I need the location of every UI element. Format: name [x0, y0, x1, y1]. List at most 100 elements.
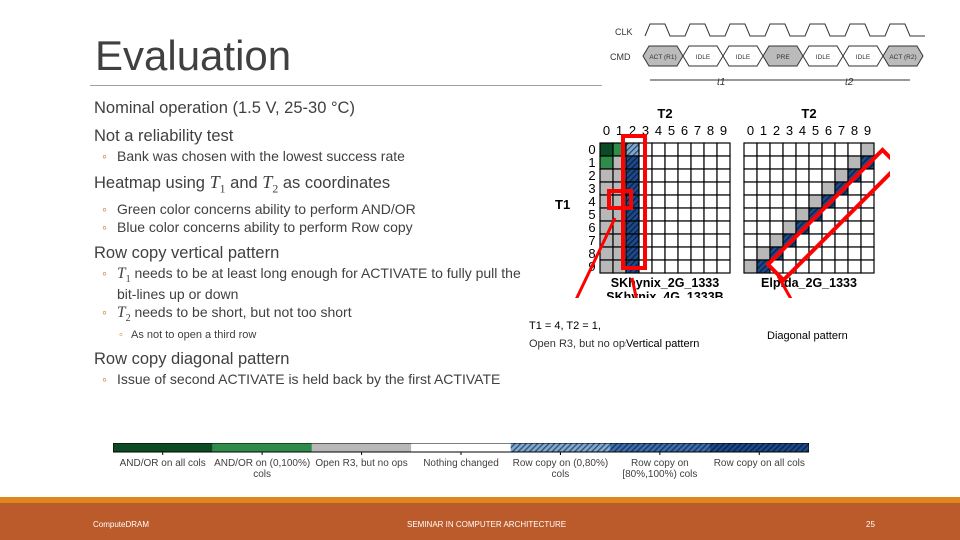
heatmap-cell	[756, 168, 771, 183]
bullet: Row copy diagonal pattern	[94, 349, 290, 368]
heatmap-cell	[756, 207, 771, 222]
footer-center: SEMINAR IN COMPUTER ARCHITECTURE	[407, 520, 567, 529]
heatmap-cell	[808, 181, 823, 196]
heatmap-cell	[651, 155, 666, 170]
heatmap-cell	[743, 233, 758, 248]
heatmap-cell	[703, 155, 718, 170]
heatmap-cell	[743, 194, 758, 209]
heatmap-cell	[769, 142, 784, 157]
heatmap-cell	[664, 220, 679, 235]
text: needs to be at least long enough for ACT…	[117, 264, 521, 302]
colorbar-label: AND/OR on (0,100%) cols	[214, 458, 311, 480]
page-number: 25	[866, 520, 875, 529]
heatmap-cell	[860, 220, 875, 235]
x-tick-label: 5	[668, 123, 675, 138]
heatmap-cell	[703, 142, 718, 157]
heatmap-cell	[703, 233, 718, 248]
heatmap-cell	[651, 194, 666, 209]
heatmap-cell	[716, 259, 731, 274]
heatmap-cell	[743, 142, 758, 157]
x-tick-label: 0	[603, 123, 610, 138]
footer: ComputeDRAM SEMINAR IN COMPUTER ARCHITEC…	[0, 503, 960, 540]
heatmap-cell	[847, 220, 862, 235]
x-tick-label: 3	[786, 123, 793, 138]
heatmap-cell	[664, 168, 679, 183]
heatmap-cell	[795, 168, 810, 183]
timing-diagram: CLK CMD ACT (R1) IDLE IDLE PRE IDLE IDLE ACT (R2…	[610, 23, 925, 88]
heatmap-cell	[664, 233, 679, 248]
heatmap-cell	[769, 181, 784, 196]
heatmap-cell	[756, 155, 771, 170]
heatmap-cell	[834, 233, 849, 248]
heatmap-cell	[782, 168, 797, 183]
heatmap-cell	[716, 233, 731, 248]
bullet: Nominal operation (1.5 V, 25-30 °C)	[94, 99, 355, 117]
text: as coordinates	[278, 174, 391, 192]
heatmap-cell	[769, 168, 784, 183]
command-label: ACT (R2)	[889, 54, 916, 61]
heatmap-cell	[847, 246, 862, 261]
heatmap-cell	[782, 194, 797, 209]
heatmap-cell	[834, 142, 849, 157]
heatmap-cell	[651, 233, 666, 248]
math-t2: T2	[262, 172, 278, 196]
sub-bullet: T2 needs to be short, but not too short	[94, 304, 524, 326]
heatmap-cell-hatch	[626, 221, 639, 234]
heatmap-cell	[834, 168, 849, 183]
heatmap-cell	[769, 220, 784, 235]
x-tick-label: 8	[707, 123, 714, 138]
x-tick-label: 8	[851, 123, 858, 138]
heatmap-cell	[860, 259, 875, 274]
x-tick-label: 7	[838, 123, 845, 138]
heatmap-cell	[703, 168, 718, 183]
heatmap-cell	[703, 181, 718, 196]
heatmap-cell	[782, 155, 797, 170]
heatmap-cell	[664, 259, 679, 274]
colorbar-swatch	[212, 443, 312, 452]
heatmap-cell	[756, 181, 771, 196]
heatmap-cell	[847, 233, 862, 248]
text: Heatmap using	[94, 174, 210, 192]
heatmap-cell	[847, 155, 862, 170]
heatmap-cell	[716, 220, 731, 235]
heatmap-cell	[782, 142, 797, 157]
heatmap-cell	[677, 246, 692, 261]
heatmap-cell	[651, 246, 666, 261]
heatmap-label: Elpida_2G_1333	[761, 276, 857, 290]
colorbar-hatch	[709, 443, 809, 452]
heatmap-cell	[769, 207, 784, 222]
heatmap-cell	[743, 246, 758, 261]
heatmap-cell	[769, 155, 784, 170]
x-tick-label: 6	[681, 123, 688, 138]
x-tick-label: 4	[799, 123, 806, 138]
heatmap-cell	[690, 220, 705, 235]
heatmap-cell	[716, 207, 731, 222]
heatmap-cell	[782, 220, 797, 235]
heatmap-cell	[690, 207, 705, 222]
heatmap-cell	[651, 220, 666, 235]
heatmap-cell	[808, 168, 823, 183]
colorbar-label: Open R3, but no ops	[315, 458, 408, 469]
colorbar-label: Nothing changed	[423, 458, 499, 469]
heatmap-cell	[808, 194, 823, 209]
heatmap-cell	[677, 168, 692, 183]
sub-bullet: Bank was chosen with the lowest success …	[94, 149, 524, 165]
heatmap-cell	[795, 194, 810, 209]
heatmap-cell-hatch	[626, 143, 639, 156]
x-tick-label: 9	[720, 123, 727, 138]
math: T	[209, 172, 220, 192]
command-label: IDLE	[816, 54, 831, 61]
heatmap-cell-hatch	[626, 234, 639, 247]
t1-label: t1	[717, 77, 725, 88]
heatmap-cell-hatch	[626, 247, 639, 260]
heatmap-cell	[677, 259, 692, 274]
colorbar	[113, 443, 809, 455]
heatmap-cell	[651, 168, 666, 183]
bullet: Row copy vertical pattern	[94, 243, 280, 262]
heatmap-cell	[664, 194, 679, 209]
heatmap-cell	[821, 155, 836, 170]
heatmap-cell	[716, 181, 731, 196]
heatmap-cell	[743, 155, 758, 170]
heatmap-cell	[834, 155, 849, 170]
heatmap-cell	[677, 207, 692, 222]
